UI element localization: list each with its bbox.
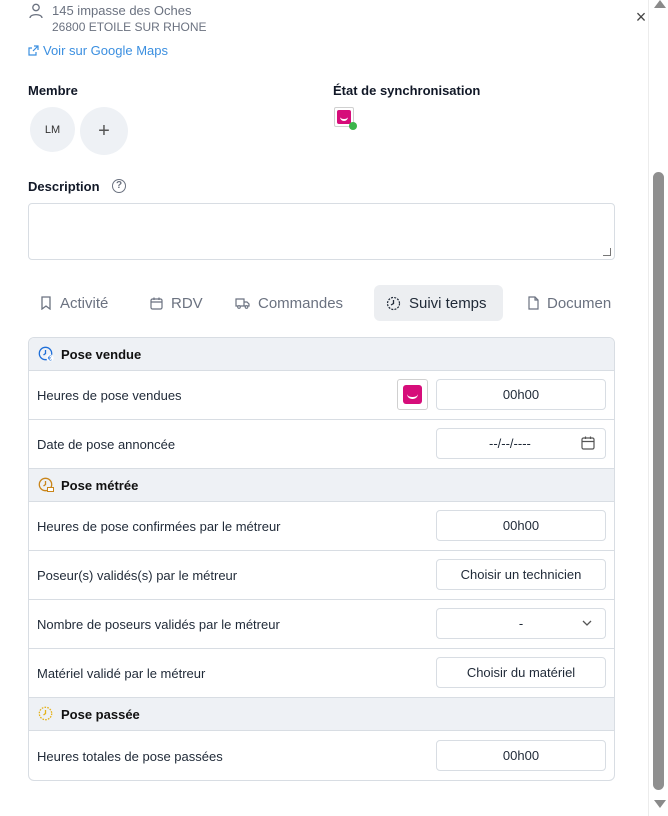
clock-icon bbox=[386, 296, 401, 310]
tab-commandes[interactable]: Commandes bbox=[223, 285, 355, 321]
row-date-annoncee: Date de pose annoncée --/--/---- bbox=[29, 420, 614, 469]
field-label: Poseur(s) validés(s) par le métreur bbox=[37, 568, 238, 583]
select-value: - bbox=[518, 616, 524, 631]
nombre-poseurs-select[interactable]: - bbox=[436, 608, 606, 639]
scroll-down-icon[interactable] bbox=[654, 800, 666, 808]
svg-text:€: € bbox=[48, 355, 52, 363]
row-heures-totales: Heures totales de pose passées 00h00 bbox=[29, 731, 614, 780]
tab-documents[interactable]: Documen bbox=[516, 285, 615, 321]
row-heures-confirmees: Heures de pose confirmées par le métreur… bbox=[29, 502, 614, 551]
row-poseurs-valides: Poseur(s) validés(s) par le métreur Choi… bbox=[29, 551, 614, 600]
clock-euro-icon: € bbox=[38, 346, 54, 362]
heures-totales-input[interactable]: 00h00 bbox=[436, 740, 606, 771]
smile-logo-icon bbox=[403, 385, 422, 404]
clock-ruler-icon bbox=[38, 477, 54, 492]
tab-rdv[interactable]: RDV bbox=[138, 285, 215, 321]
row-heures-vendues: Heures de pose vendues 00h00 bbox=[29, 371, 614, 420]
truck-icon bbox=[235, 298, 250, 309]
date-placeholder: --/--/---- bbox=[489, 436, 531, 451]
heures-confirmees-input[interactable]: 00h00 bbox=[436, 510, 606, 541]
field-label: Heures de pose vendues bbox=[37, 388, 182, 403]
google-maps-link-label: Voir sur Google Maps bbox=[43, 43, 169, 58]
time-tracking-table: € Pose vendue Heures de pose vendues 00h… bbox=[28, 337, 615, 781]
section-title: Pose passée bbox=[61, 707, 140, 722]
clock-dashed-icon bbox=[38, 706, 53, 721]
tab-label: Commandes bbox=[258, 294, 344, 312]
member-avatar[interactable]: LM bbox=[30, 107, 75, 152]
choose-material-button[interactable]: Choisir du matériel bbox=[436, 657, 606, 688]
section-header-pose-vendue: € Pose vendue bbox=[29, 338, 614, 371]
scrollbar-thumb[interactable] bbox=[653, 172, 664, 790]
row-nombre-poseurs: Nombre de poseurs validés par le métreur… bbox=[29, 600, 614, 649]
scroll-up-icon[interactable] bbox=[654, 0, 666, 8]
chevron-down-icon bbox=[582, 620, 592, 626]
field-label: Heures de pose confirmées par le métreur bbox=[37, 519, 281, 534]
member-label: Membre bbox=[28, 83, 78, 98]
address-street: 145 impasse des Oches bbox=[52, 3, 192, 18]
field-label: Nombre de poseurs validés par le métreur bbox=[37, 617, 280, 632]
tab-label: Documen bbox=[547, 294, 612, 312]
tab-suivi-temps[interactable]: Suivi temps bbox=[374, 285, 503, 321]
help-icon[interactable]: ? bbox=[112, 179, 126, 193]
tab-label: Suivi temps bbox=[409, 294, 487, 312]
field-label: Date de pose annoncée bbox=[37, 437, 176, 452]
smile-logo-icon bbox=[337, 110, 351, 124]
project-detail-panel: 145 impasse des Oches 26800 ETOILE SUR R… bbox=[0, 0, 648, 816]
choose-technician-button[interactable]: Choisir un technicien bbox=[436, 559, 606, 590]
sync-provider-button[interactable] bbox=[397, 379, 428, 410]
section-header-pose-passee: Pose passée bbox=[29, 698, 614, 731]
calendar-icon bbox=[150, 297, 163, 310]
add-member-button[interactable]: + bbox=[80, 107, 128, 155]
tab-label: Activité bbox=[60, 294, 109, 312]
date-annoncee-input[interactable]: --/--/---- bbox=[436, 428, 606, 459]
field-label: Matériel validé par le métreur bbox=[37, 666, 206, 681]
resize-grip-icon[interactable] bbox=[603, 248, 611, 256]
description-textarea[interactable] bbox=[28, 203, 615, 260]
calendar-icon[interactable] bbox=[581, 436, 595, 450]
tab-activite[interactable]: Activité bbox=[28, 285, 120, 321]
user-icon bbox=[29, 3, 43, 19]
sync-status-dot bbox=[349, 122, 357, 130]
description-label: Description bbox=[28, 179, 100, 194]
section-header-pose-metree: Pose métrée bbox=[29, 469, 614, 502]
document-icon bbox=[528, 296, 539, 310]
external-link-icon bbox=[28, 45, 39, 56]
bookmark-icon bbox=[41, 296, 51, 310]
tab-label: RDV bbox=[171, 294, 203, 312]
vertical-scrollbar[interactable] bbox=[648, 0, 668, 816]
sync-status-label: État de synchronisation bbox=[333, 83, 481, 98]
section-title: Pose métrée bbox=[61, 478, 139, 493]
address-city: 26800 ETOILE SUR RHONE bbox=[52, 20, 207, 34]
section-title: Pose vendue bbox=[61, 347, 142, 362]
tab-bar: Activité RDV Commandes Suivi temps Docum… bbox=[28, 285, 615, 321]
heures-vendues-input[interactable]: 00h00 bbox=[436, 379, 606, 410]
google-maps-link[interactable]: Voir sur Google Maps bbox=[28, 43, 168, 58]
field-label: Heures totales de pose passées bbox=[37, 749, 223, 764]
row-materiel-valide: Matériel validé par le métreur Choisir d… bbox=[29, 649, 614, 698]
